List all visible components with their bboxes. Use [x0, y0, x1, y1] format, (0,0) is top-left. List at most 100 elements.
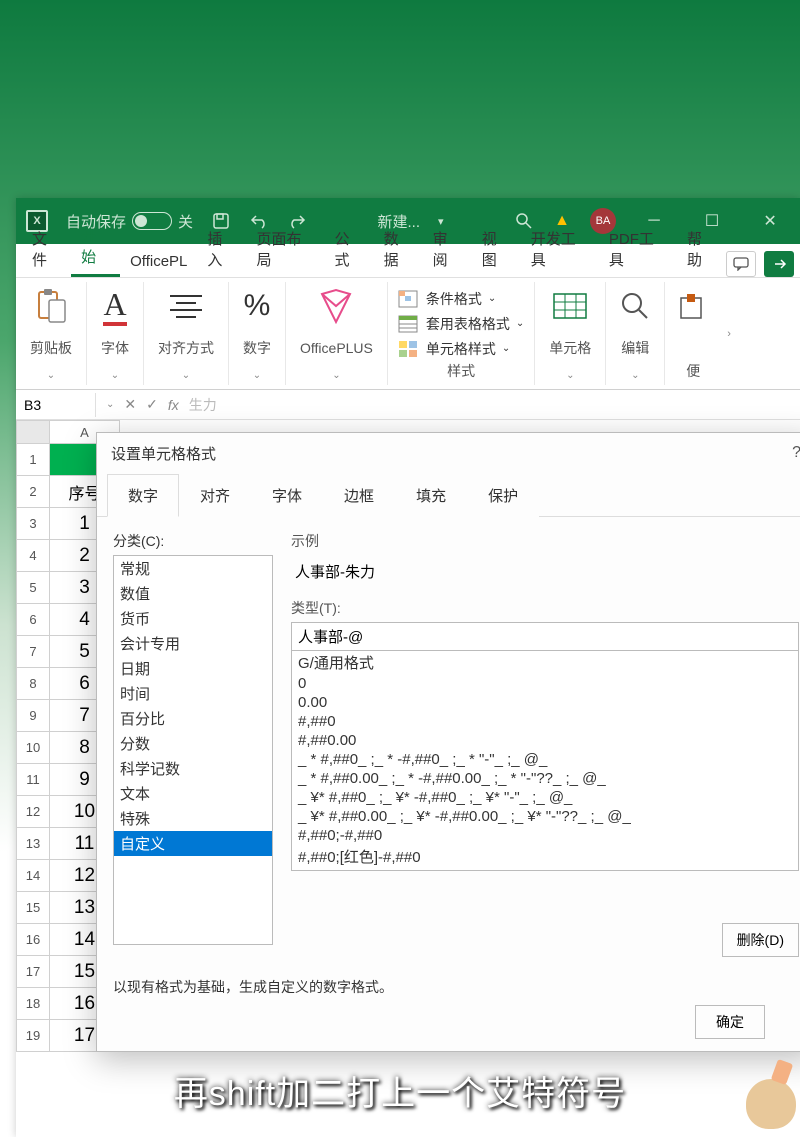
- row-header[interactable]: 7: [16, 636, 50, 668]
- category-item[interactable]: 会计专用: [114, 631, 272, 656]
- dialog-tab-number[interactable]: 数字: [107, 474, 179, 517]
- group-addins[interactable]: 便: [665, 282, 721, 385]
- group-number[interactable]: % 数字 ⌄: [229, 282, 286, 385]
- dialog-tab-alignment[interactable]: 对齐: [179, 474, 251, 517]
- type-input[interactable]: [291, 622, 799, 651]
- ribbon-tabs: 文件 开始 OfficePL 插入 页面布局 公式 数据 审阅 视图 开发工具 …: [16, 244, 800, 278]
- category-item[interactable]: 科学记数: [114, 756, 272, 781]
- comments-button[interactable]: [726, 251, 756, 277]
- type-item[interactable]: _ * #,##0_ ;_ * -#,##0_ ;_ * "-"_ ;_ @_: [292, 750, 798, 769]
- category-item[interactable]: 时间: [114, 681, 272, 706]
- row-header[interactable]: 3: [16, 508, 50, 540]
- tab-view[interactable]: 视图: [472, 221, 521, 277]
- category-list[interactable]: 常规 数值 货币 会计专用 日期 时间 百分比 分数 科学记数 文本 特殊 自定…: [113, 555, 273, 945]
- delete-button[interactable]: 删除(D): [722, 923, 799, 957]
- tab-help[interactable]: 帮助: [677, 221, 726, 277]
- fx-icon[interactable]: fx: [168, 397, 179, 413]
- share-button[interactable]: [764, 251, 794, 277]
- chevron-down-icon: ⌄: [631, 370, 639, 381]
- row-header[interactable]: 18: [16, 988, 50, 1020]
- dropdown-icon[interactable]: ⌄: [106, 399, 114, 410]
- toggle-switch-icon[interactable]: [132, 212, 172, 230]
- row-header[interactable]: 2: [16, 476, 50, 508]
- chevron-down-icon: ⌄: [253, 370, 261, 381]
- tab-data[interactable]: 数据: [374, 221, 423, 277]
- group-cells[interactable]: 单元格 ⌄: [535, 282, 606, 385]
- type-list[interactable]: G/通用格式 0 0.00 #,##0 #,##0.00 _ * #,##0_ …: [291, 651, 799, 871]
- formula-input[interactable]: 生力: [189, 395, 217, 415]
- row-header[interactable]: 19: [16, 1020, 50, 1052]
- chevron-down-icon: ⌄: [566, 370, 574, 381]
- chevron-down-icon: ⌄: [47, 370, 55, 381]
- category-item[interactable]: 分数: [114, 731, 272, 756]
- row-header[interactable]: 6: [16, 604, 50, 636]
- tab-layout[interactable]: 页面布局: [246, 221, 324, 277]
- group-officeplus[interactable]: OfficePLUS ⌄: [286, 282, 388, 385]
- tab-developer[interactable]: 开发工具: [521, 221, 599, 277]
- category-item[interactable]: 常规: [114, 556, 272, 581]
- name-box[interactable]: B3: [16, 393, 96, 417]
- row-header[interactable]: 16: [16, 924, 50, 956]
- row-header[interactable]: 15: [16, 892, 50, 924]
- category-item[interactable]: 日期: [114, 656, 272, 681]
- row-header[interactable]: 8: [16, 668, 50, 700]
- group-font[interactable]: A 字体 ⌄: [87, 282, 144, 385]
- close-button[interactable]: ✕: [750, 206, 790, 236]
- type-item[interactable]: 0.00: [292, 693, 798, 712]
- search-icon: [620, 286, 650, 326]
- dialog-titlebar[interactable]: 设置单元格格式 ?: [97, 433, 800, 473]
- group-clipboard[interactable]: 剪贴板 ⌄: [16, 282, 87, 385]
- ribbon-overflow-icon[interactable]: ›: [721, 282, 737, 385]
- row-header[interactable]: 4: [16, 540, 50, 572]
- tab-file[interactable]: 文件: [22, 221, 71, 277]
- type-item[interactable]: #,##0: [292, 712, 798, 731]
- row-header[interactable]: 10: [16, 732, 50, 764]
- row-header[interactable]: 12: [16, 796, 50, 828]
- dialog-tab-protection[interactable]: 保护: [467, 474, 539, 517]
- type-item[interactable]: _ ¥* #,##0.00_ ;_ ¥* -#,##0.00_ ;_ ¥* "-…: [292, 807, 798, 826]
- type-item[interactable]: #,##0.00;-#,##0.00: [292, 868, 798, 871]
- tab-home[interactable]: 开始: [71, 218, 120, 277]
- type-item[interactable]: 0: [292, 674, 798, 693]
- group-label: 单元格: [549, 338, 591, 358]
- row-header[interactable]: 14: [16, 860, 50, 892]
- row-header[interactable]: 13: [16, 828, 50, 860]
- table-format-button[interactable]: 套用表格格式 ⌄: [398, 311, 524, 336]
- type-item[interactable]: G/通用格式: [292, 651, 798, 674]
- style-label: 单元格样式: [426, 339, 496, 359]
- dialog-tab-border[interactable]: 边框: [323, 474, 395, 517]
- category-item-custom[interactable]: 自定义: [114, 831, 272, 856]
- category-item[interactable]: 货币: [114, 606, 272, 631]
- chevron-down-icon: ⌄: [111, 370, 119, 381]
- cell-styles-button[interactable]: 单元格样式 ⌄: [398, 336, 524, 361]
- ok-button[interactable]: 确定: [695, 1005, 765, 1039]
- tab-officepl[interactable]: OfficePL: [120, 246, 197, 277]
- row-header[interactable]: 9: [16, 700, 50, 732]
- row-header[interactable]: 1: [16, 444, 50, 476]
- select-all-corner[interactable]: [16, 420, 50, 444]
- tab-formulas[interactable]: 公式: [325, 221, 374, 277]
- type-item[interactable]: #,##0.00: [292, 731, 798, 750]
- conditional-format-button[interactable]: 条件格式 ⌄: [398, 286, 524, 311]
- row-header[interactable]: 5: [16, 572, 50, 604]
- tab-review[interactable]: 审阅: [423, 221, 472, 277]
- row-header[interactable]: 11: [16, 764, 50, 796]
- help-icon[interactable]: ?: [792, 444, 800, 462]
- type-item[interactable]: _ * #,##0.00_ ;_ * -#,##0.00_ ;_ * "-"??…: [292, 769, 798, 788]
- group-alignment[interactable]: 对齐方式 ⌄: [144, 282, 229, 385]
- category-item[interactable]: 特殊: [114, 806, 272, 831]
- type-item[interactable]: _ ¥* #,##0_ ;_ ¥* -#,##0_ ;_ ¥* "-"_ ;_ …: [292, 788, 798, 807]
- category-item[interactable]: 数值: [114, 581, 272, 606]
- cancel-icon[interactable]: ✕: [124, 396, 136, 413]
- dialog-tab-fill[interactable]: 填充: [395, 474, 467, 517]
- category-item[interactable]: 百分比: [114, 706, 272, 731]
- dialog-tab-font[interactable]: 字体: [251, 474, 323, 517]
- row-header[interactable]: 17: [16, 956, 50, 988]
- tab-insert[interactable]: 插入: [197, 221, 246, 277]
- category-item[interactable]: 文本: [114, 781, 272, 806]
- type-item[interactable]: #,##0;[红色]-#,##0: [292, 845, 798, 868]
- tab-pdf[interactable]: PDF工具: [599, 221, 677, 277]
- type-item[interactable]: #,##0;-#,##0: [292, 826, 798, 845]
- enter-icon[interactable]: ✓: [146, 396, 158, 413]
- group-editing[interactable]: 编辑 ⌄: [606, 282, 665, 385]
